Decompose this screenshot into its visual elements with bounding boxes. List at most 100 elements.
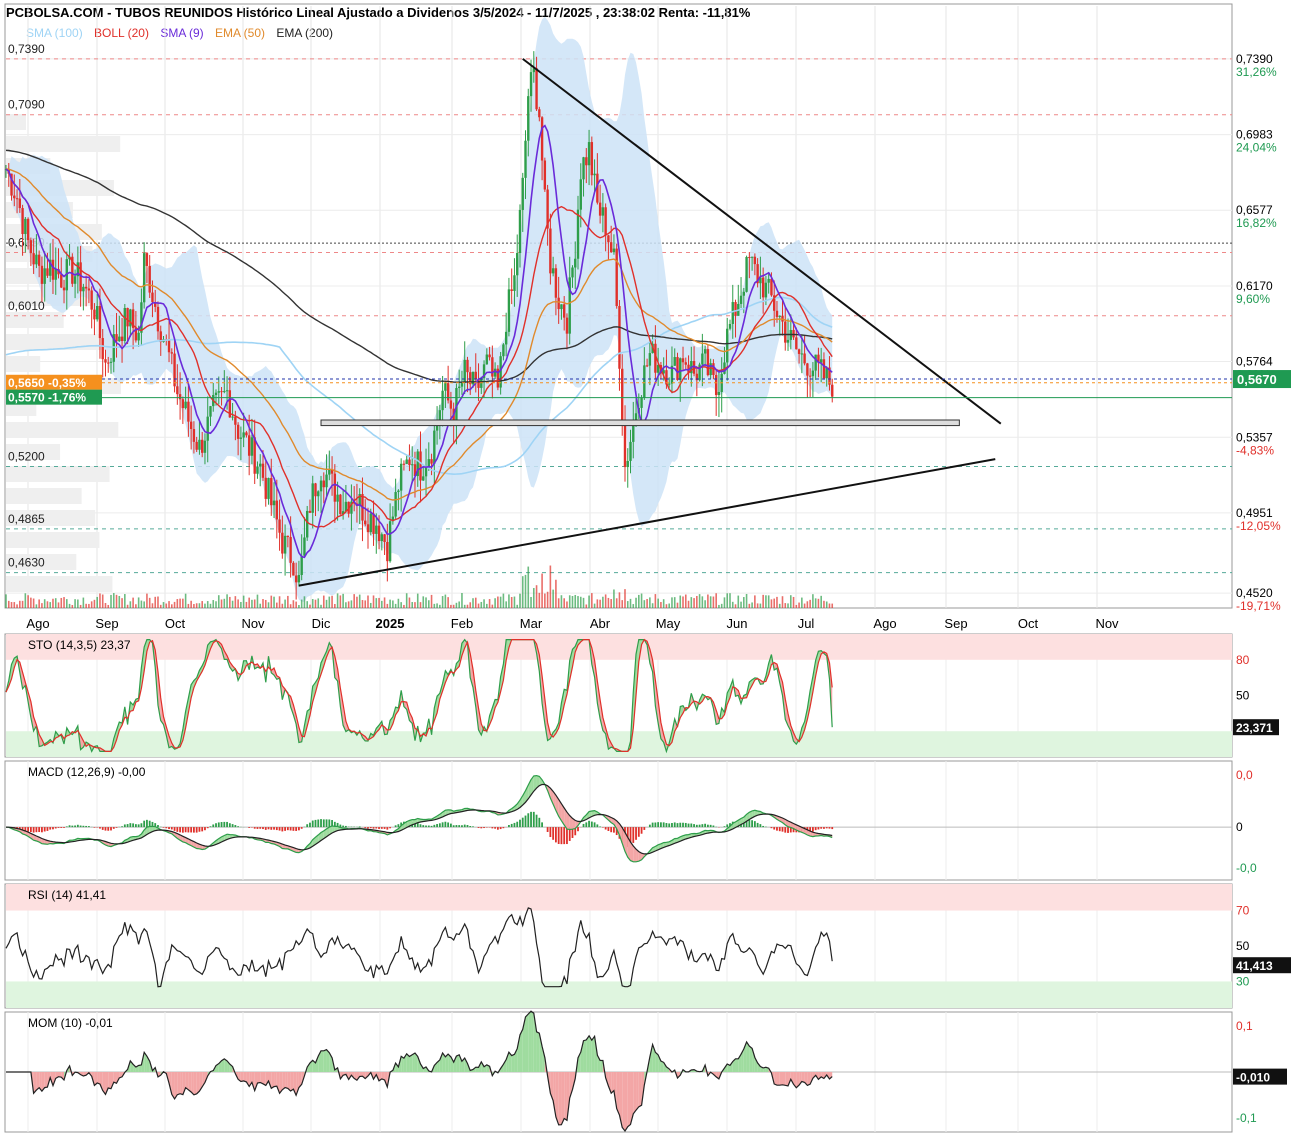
x-label-May: May: [656, 616, 681, 631]
candle-body: [679, 358, 682, 380]
volume-bar: [687, 600, 690, 608]
volume-profile-bar: [6, 312, 64, 328]
volume-bar: [403, 604, 405, 608]
volume-bar: [24, 593, 27, 608]
volume-bar: [773, 598, 776, 608]
macd-histogram-bar: [430, 825, 433, 828]
macd-line: [5, 774, 833, 863]
volume-bar: [643, 600, 646, 608]
candle-body: [648, 353, 652, 366]
candle-body: [571, 267, 574, 278]
volume-bar: [737, 595, 740, 608]
volume-bar: [820, 595, 822, 608]
volume-bar: [198, 603, 201, 608]
macd-histogram-bar: [687, 823, 690, 828]
volume-bar: [809, 599, 811, 608]
volume-bar: [532, 588, 535, 608]
candle-body: [734, 302, 737, 316]
volume-bar: [414, 602, 416, 608]
candle-body: [51, 259, 55, 280]
level-label: 0,4630: [8, 556, 45, 570]
volume-bar: [392, 600, 394, 608]
volume-bar: [99, 593, 101, 608]
volume-bar: [267, 602, 270, 608]
macd-histogram-bar: [637, 827, 640, 837]
volume-bar: [270, 595, 273, 608]
candle-body: [460, 382, 464, 387]
candle-body: [822, 359, 826, 379]
volume-bar: [154, 596, 157, 608]
macd-histogram-bar: [110, 827, 112, 831]
volume-bar: [206, 601, 209, 608]
macd-histogram-bar: [461, 825, 463, 828]
volume-bar: [491, 604, 494, 608]
volume-bar: [383, 597, 386, 608]
volume-bar: [140, 600, 143, 608]
candle-body: [587, 142, 591, 166]
volume-bar: [242, 595, 245, 608]
candle-body: [35, 254, 38, 265]
macd-histogram-bar: [309, 822, 311, 828]
candle-body: [557, 297, 560, 310]
macd-histogram-bar: [104, 827, 107, 831]
mom-fill: [180, 1072, 183, 1095]
volume-bar: [63, 597, 65, 608]
price-badge-label: 0,5650 -0,35%: [8, 376, 86, 390]
macd-histogram-bar: [530, 811, 532, 828]
macd-histogram-bar: [281, 827, 284, 832]
candle-body: [250, 437, 254, 456]
candle-body: [764, 282, 768, 298]
candle-body: [24, 218, 27, 235]
volume-bar: [215, 601, 217, 608]
macd-histogram-bar: [820, 827, 823, 829]
macd-histogram-bar: [419, 824, 422, 828]
volume-profile-bar: [6, 576, 113, 592]
candle-body: [623, 421, 627, 468]
y-tick-pct: 31,26%: [1236, 65, 1277, 79]
volume-bar: [74, 599, 76, 608]
macd-histogram-bar: [654, 822, 657, 828]
candle-body: [444, 383, 447, 391]
y-tick-pct: 24,04%: [1236, 141, 1277, 155]
mom-fill: [583, 1039, 587, 1072]
volume-bar: [566, 601, 568, 608]
candle-body: [543, 160, 547, 190]
macd-histogram-bar: [510, 823, 513, 828]
volume-bar: [259, 603, 262, 608]
candle-body: [209, 406, 212, 417]
macd-histogram-bar: [472, 826, 474, 828]
candle-body: [300, 555, 303, 576]
volume-bar: [814, 598, 817, 608]
macd-histogram-bar: [32, 827, 35, 833]
macd-histogram-bar: [557, 827, 560, 844]
macd-histogram-bar: [270, 827, 273, 830]
macd-histogram-bar: [723, 826, 726, 828]
volume-bar: [701, 596, 704, 608]
volume-bar: [635, 597, 637, 608]
macd-histogram-bar: [596, 824, 599, 828]
macd-histogram-bar: [162, 827, 165, 828]
macd-histogram-bar: [367, 827, 369, 829]
volume-bar: [378, 597, 380, 608]
volume-bar: [234, 596, 237, 608]
candle-body: [590, 142, 594, 176]
macd-histogram-bar: [695, 824, 698, 828]
macd-histogram-bar: [317, 819, 320, 828]
mom-fill: [188, 1072, 192, 1093]
volume-bar: [499, 596, 502, 608]
candle-body: [399, 463, 403, 491]
volume-bar: [748, 603, 751, 608]
macd-histogram-bar: [673, 822, 676, 828]
candle-body: [554, 268, 558, 298]
volume-bar: [571, 595, 574, 608]
macd-histogram-bar: [668, 823, 671, 828]
volume-bar: [593, 603, 596, 608]
macd-histogram-bar: [325, 819, 328, 828]
volume-bar: [162, 602, 165, 608]
macd-histogram-bar: [704, 823, 707, 828]
candle-body: [748, 257, 751, 259]
macd-histogram-bar: [190, 827, 193, 833]
volume-bar: [452, 604, 455, 608]
macd-histogram-bar: [289, 827, 292, 831]
volume-bar: [278, 596, 281, 608]
